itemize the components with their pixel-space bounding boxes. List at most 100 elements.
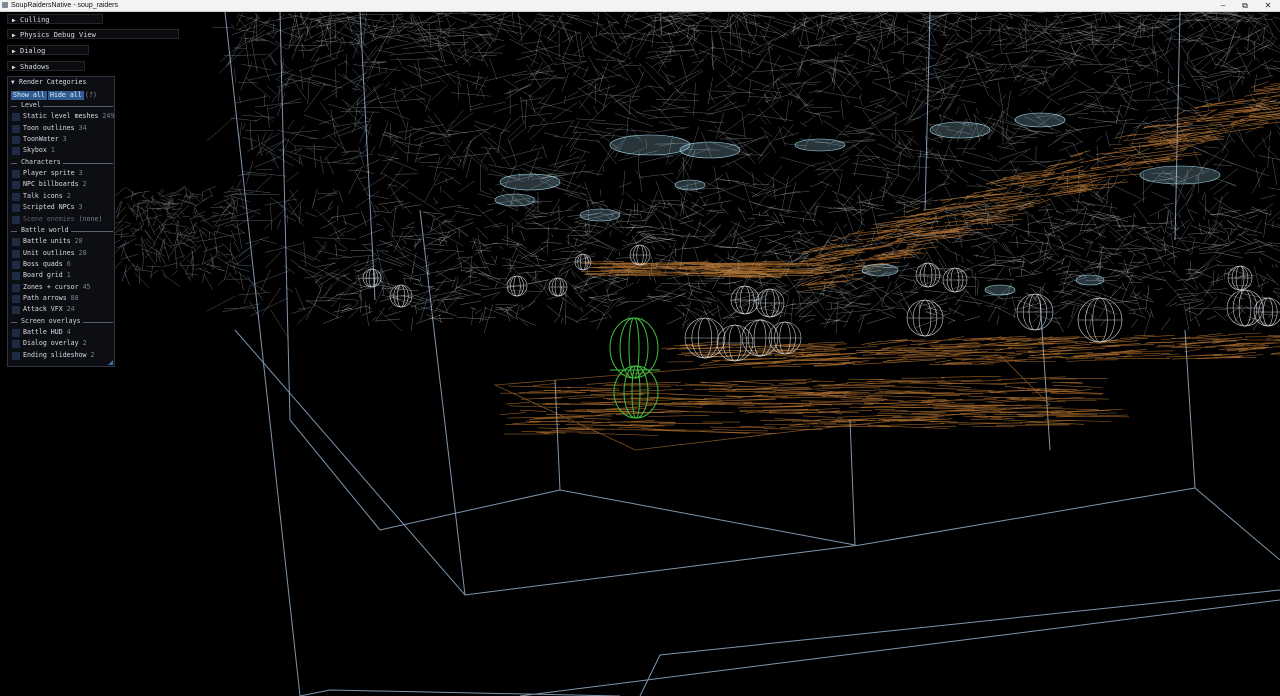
category-row: Skybox 1 — [11, 146, 115, 156]
category-label: Board grid 1 — [23, 271, 71, 280]
close-icon[interactable]: ✕ — [1257, 0, 1279, 11]
category-label: Boss quads 6 — [23, 260, 71, 269]
category-checkbox[interactable] — [12, 136, 20, 145]
scene-viewport[interactable] — [0, 12, 1280, 696]
physics-debug-view-header[interactable]: ▶ Physics Debug View — [7, 29, 179, 39]
category-name: Dialog overlay — [23, 339, 79, 348]
group-separator: Battle world — [11, 226, 113, 235]
group-title: Screen overlays — [21, 316, 81, 325]
category-name: Skybox — [23, 146, 47, 155]
category-name: Scene enemies — [23, 214, 75, 223]
category-label: Zones + cursor 45 — [23, 283, 91, 292]
window-titlebar: SoupRaidersNative - soup_raiders – ⧉ ✕ — [0, 0, 1280, 12]
category-label: Talk icons 2 — [23, 192, 71, 201]
render-categories-header[interactable]: ▼ Render Categories — [8, 77, 114, 87]
category-count: 28 — [74, 237, 83, 246]
category-row: NPC billboards 2 — [11, 180, 115, 190]
dialog-header[interactable]: ▶ Dialog — [7, 45, 89, 55]
category-checkbox[interactable] — [12, 283, 20, 292]
category-name: NPC billboards — [23, 180, 79, 189]
category-checkbox[interactable] — [12, 306, 20, 315]
category-row: Board grid 1 — [11, 271, 115, 281]
category-label: Battle units 28 — [23, 237, 83, 246]
category-row: Scripted NPCs 3 — [11, 203, 115, 213]
category-row: Talk icons 2 — [11, 192, 115, 201]
category-label: Scene enemies (none) — [23, 215, 102, 224]
category-count: 45 — [82, 282, 91, 291]
separator-line — [11, 321, 17, 323]
category-checkbox[interactable] — [12, 351, 20, 360]
minimize-icon[interactable]: – — [1212, 0, 1234, 11]
category-count: 3 — [62, 135, 67, 144]
collapse-arrow-icon: ▶ — [12, 17, 16, 24]
category-row: Static level meshes 249 — [11, 112, 115, 122]
category-row: Battle units 28 — [11, 237, 115, 247]
category-name: Battle units — [23, 237, 71, 246]
category-row: Ending slideshow 2 — [11, 351, 115, 360]
collapse-arrow-icon: ▶ — [12, 32, 16, 39]
category-checkbox[interactable] — [12, 170, 20, 179]
separator-line — [11, 230, 17, 232]
background-mesh — [107, 12, 1280, 339]
category-row: Toon outlines 34 — [11, 124, 115, 133]
category-checkbox[interactable] — [12, 340, 20, 349]
category-count: 2 — [82, 339, 87, 348]
category-count: 24 — [66, 305, 75, 314]
maximize-icon[interactable]: ⧉ — [1234, 0, 1256, 11]
category-checkbox[interactable] — [12, 215, 20, 224]
category-checkbox[interactable] — [12, 260, 20, 269]
category-checkbox[interactable] — [12, 272, 20, 281]
category-row: Attack VFX 24 — [11, 305, 115, 315]
category-count: 2 — [90, 350, 95, 359]
category-row: Scene enemies (none) — [11, 215, 115, 224]
category-label: Ending slideshow 2 — [23, 351, 95, 360]
render-categories-panel: ▼ Render Categories Show all Hide all (?)… — [7, 76, 115, 367]
category-count: 88 — [70, 293, 79, 302]
category-row: Dialog overlay 2 — [11, 339, 115, 349]
category-checkbox[interactable] — [12, 238, 20, 247]
render-categories-title: Render Categories — [19, 78, 87, 86]
show-all-button[interactable]: Show all — [11, 91, 47, 100]
category-label: Dialog overlay 2 — [23, 339, 87, 348]
group-title: Characters — [21, 157, 61, 166]
category-name: Toon outlines — [23, 123, 75, 132]
category-label: Unit outlines 28 — [23, 249, 87, 258]
category-name: Board grid — [23, 271, 63, 280]
separator-line — [11, 162, 17, 164]
group-separator: Level — [11, 101, 113, 110]
shadows-header[interactable]: ▶ Shadows — [7, 61, 85, 71]
category-checkbox[interactable] — [12, 181, 20, 190]
category-count: 249 — [102, 112, 115, 121]
category-row: Boss quads 6 — [11, 260, 115, 269]
category-count: 1 — [66, 271, 71, 280]
culling-header[interactable]: ▶ Culling — [7, 14, 103, 24]
help-marker[interactable]: (?) — [85, 91, 97, 100]
category-checkbox[interactable] — [12, 294, 20, 303]
category-row: Battle HUD 4 — [11, 328, 115, 337]
category-count: 4 — [66, 328, 71, 336]
category-count: 2 — [66, 191, 71, 200]
category-checkbox[interactable] — [12, 204, 20, 213]
category-label: Toon outlines 34 — [23, 124, 87, 133]
wireframe-scene — [107, 12, 1280, 696]
category-name: Scripted NPCs — [23, 203, 75, 212]
hide-all-button[interactable]: Hide all — [48, 91, 84, 100]
category-label: Attack VFX 24 — [23, 305, 75, 314]
category-checkbox[interactable] — [12, 113, 20, 122]
resize-grip-icon[interactable] — [108, 360, 113, 365]
category-checkbox[interactable] — [12, 249, 20, 258]
category-checkbox[interactable] — [12, 124, 20, 133]
category-checkbox[interactable] — [12, 329, 20, 337]
window-title: SoupRaidersNative - soup_raiders — [11, 2, 118, 9]
category-checkbox[interactable] — [12, 192, 20, 201]
category-name: Zones + cursor — [23, 282, 79, 291]
group-separator: Screen overlays — [11, 317, 113, 326]
group-title: Battle world — [21, 225, 69, 234]
collapse-arrow-icon: ▶ — [12, 64, 16, 71]
separator-line — [11, 106, 17, 107]
category-checkbox[interactable] — [12, 147, 20, 156]
category-row: Path arrows 88 — [11, 294, 115, 303]
category-count: 1 — [50, 146, 55, 155]
shadows-header-label: Shadows — [20, 63, 50, 71]
group-title: Level — [21, 101, 41, 109]
